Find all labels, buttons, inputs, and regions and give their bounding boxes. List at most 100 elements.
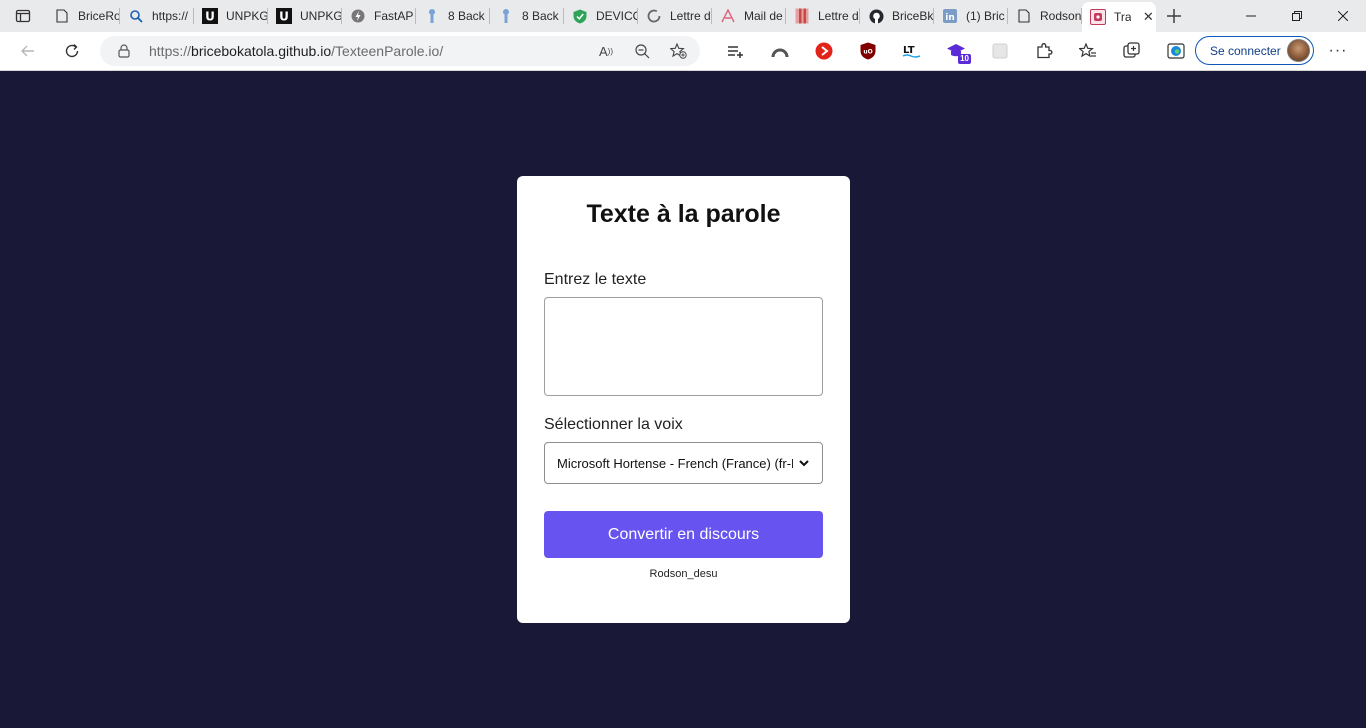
page-title: Texte à la parole: [586, 200, 781, 228]
tab-title: Rodson: [1040, 9, 1082, 23]
reading-list-icon[interactable]: [714, 36, 758, 66]
tab-title: Mail de: [744, 9, 783, 23]
collections-icon[interactable]: [1110, 36, 1154, 66]
voice-select[interactable]: Microsoft Hortense - French (France) (fr…: [544, 442, 823, 484]
sign-in-label: Se connecter: [1210, 43, 1281, 58]
convert-button[interactable]: Convertir en discours: [544, 511, 823, 558]
browser-toolbar: https://bricebokatola.github.io/TexteenP…: [0, 32, 1366, 71]
chevron-down-icon: [799, 460, 809, 467]
refresh-button[interactable]: [54, 35, 90, 67]
more-dots-icon: ···: [1328, 42, 1348, 59]
tab-list: BriceRo https:// U UNPKG U UNPKG FastAP 8 Back 8…: [46, 0, 1156, 32]
tab-title: BriceBk: [892, 9, 934, 23]
tab-title: BriceRo: [78, 9, 120, 23]
tab-8[interactable]: DEVICO: [564, 0, 638, 32]
minimize-button[interactable]: [1228, 0, 1274, 32]
arc-extension-icon[interactable]: [758, 36, 802, 66]
tab-actions-icon: [15, 9, 31, 23]
tab-title: 8 Back: [522, 9, 559, 23]
tab-5[interactable]: FastAP: [342, 0, 416, 32]
tab-4[interactable]: U UNPKG: [268, 0, 342, 32]
play-extension-icon[interactable]: [802, 36, 846, 66]
restore-button[interactable]: [1274, 0, 1320, 32]
linkedin-icon: in: [942, 8, 958, 24]
search-icon: [128, 8, 144, 24]
close-window-button[interactable]: [1320, 0, 1366, 32]
tab-active[interactable]: Tra ✕: [1082, 2, 1156, 32]
close-tab-icon[interactable]: ✕: [1141, 9, 1156, 25]
a-logo-icon: [720, 8, 736, 24]
voice-select-label: Sélectionner la voix: [544, 416, 683, 433]
svg-text:in: in: [945, 13, 955, 23]
extensions-area: uO LT 10: [714, 36, 1198, 66]
tab-14[interactable]: Rodson: [1008, 0, 1082, 32]
page-icon: [54, 8, 70, 24]
tab-strip: BriceRo https:// U UNPKG U UNPKG FastAP 8 Back 8…: [0, 0, 1366, 32]
svg-text:U: U: [205, 10, 215, 24]
tab-2[interactable]: https://: [120, 0, 194, 32]
page-icon: [1016, 8, 1032, 24]
avatar: [1287, 39, 1310, 62]
tab-title: DEVICO: [596, 9, 638, 23]
unpkg-icon: U: [202, 8, 218, 24]
ublock-icon[interactable]: uO: [846, 36, 890, 66]
svg-text:LT: LT: [903, 45, 915, 56]
text-input[interactable]: [544, 297, 823, 396]
tab-6[interactable]: 8 Back: [416, 0, 490, 32]
grad-cap-extension-icon[interactable]: 10: [934, 36, 978, 66]
lock-icon: [118, 44, 130, 58]
credit-text: Rodson_desu: [649, 568, 718, 580]
add-favorite-icon[interactable]: [668, 41, 688, 61]
tab-title: UNPKG: [300, 9, 342, 23]
url-text: https://bricebokatola.github.io/TexteenP…: [149, 43, 444, 59]
back-arrow-icon: [21, 45, 34, 57]
refresh-icon: [65, 44, 79, 58]
text-input-label: Entrez le texte: [544, 271, 647, 288]
shield-icon: [572, 8, 588, 24]
tab-13[interactable]: in (1) Bric: [934, 0, 1008, 32]
back-button[interactable]: [10, 35, 46, 67]
tab-1[interactable]: BriceRo: [46, 0, 120, 32]
info-icon: [498, 8, 514, 24]
tab-12[interactable]: BriceBk: [860, 0, 934, 32]
tab-10[interactable]: Mail de: [712, 0, 786, 32]
tab-11[interactable]: Lettre d: [786, 0, 860, 32]
voice-selected-value: Microsoft Hortense - French (France) (fr…: [557, 455, 793, 471]
tts-card: Texte à la parole Entrez le texte Sélect…: [517, 176, 850, 623]
info-icon: [424, 8, 440, 24]
plus-icon: [1167, 9, 1181, 23]
svg-text:U: U: [279, 10, 289, 24]
window-controls: [1228, 0, 1366, 32]
zoom-out-icon[interactable]: [632, 41, 652, 61]
new-tab-button[interactable]: [1156, 0, 1192, 32]
tab-title: 8 Back: [448, 9, 485, 23]
extension-badge: 10: [958, 54, 971, 64]
tab-title: FastAP: [374, 9, 414, 23]
tab-title: Lettre d: [818, 9, 859, 23]
extensions-puzzle-icon[interactable]: [1022, 36, 1066, 66]
sign-in-button[interactable]: Se connecter: [1195, 36, 1314, 65]
tab-title: Lettre d: [670, 9, 711, 23]
close-icon: [1338, 11, 1348, 21]
tab-actions-button[interactable]: [0, 0, 46, 32]
languagetool-icon[interactable]: LT: [890, 36, 934, 66]
read-aloud-icon[interactable]: A)): [596, 41, 616, 61]
tab-3[interactable]: U UNPKG: [194, 0, 268, 32]
minimize-icon: [1246, 15, 1256, 17]
github-icon: [868, 8, 884, 24]
favorites-icon[interactable]: [1066, 36, 1110, 66]
book-icon: [794, 8, 810, 24]
address-bar[interactable]: https://bricebokatola.github.io/TexteenP…: [100, 36, 700, 66]
loading-icon: [646, 8, 662, 24]
tab-title: Tra: [1114, 10, 1131, 24]
tab-title: (1) Bric: [966, 9, 1005, 23]
tab-title: https://: [152, 9, 189, 23]
more-menu-button[interactable]: ···: [1326, 40, 1350, 62]
disabled-extension-icon[interactable]: [978, 36, 1022, 66]
svg-text:uO: uO: [863, 49, 872, 56]
tab-7[interactable]: 8 Back: [490, 0, 564, 32]
edge-sidebar-icon[interactable]: [1154, 36, 1198, 66]
tab-9[interactable]: Lettre d: [638, 0, 712, 32]
tab-title: UNPKG: [226, 9, 268, 23]
fastapi-icon: [350, 8, 366, 24]
